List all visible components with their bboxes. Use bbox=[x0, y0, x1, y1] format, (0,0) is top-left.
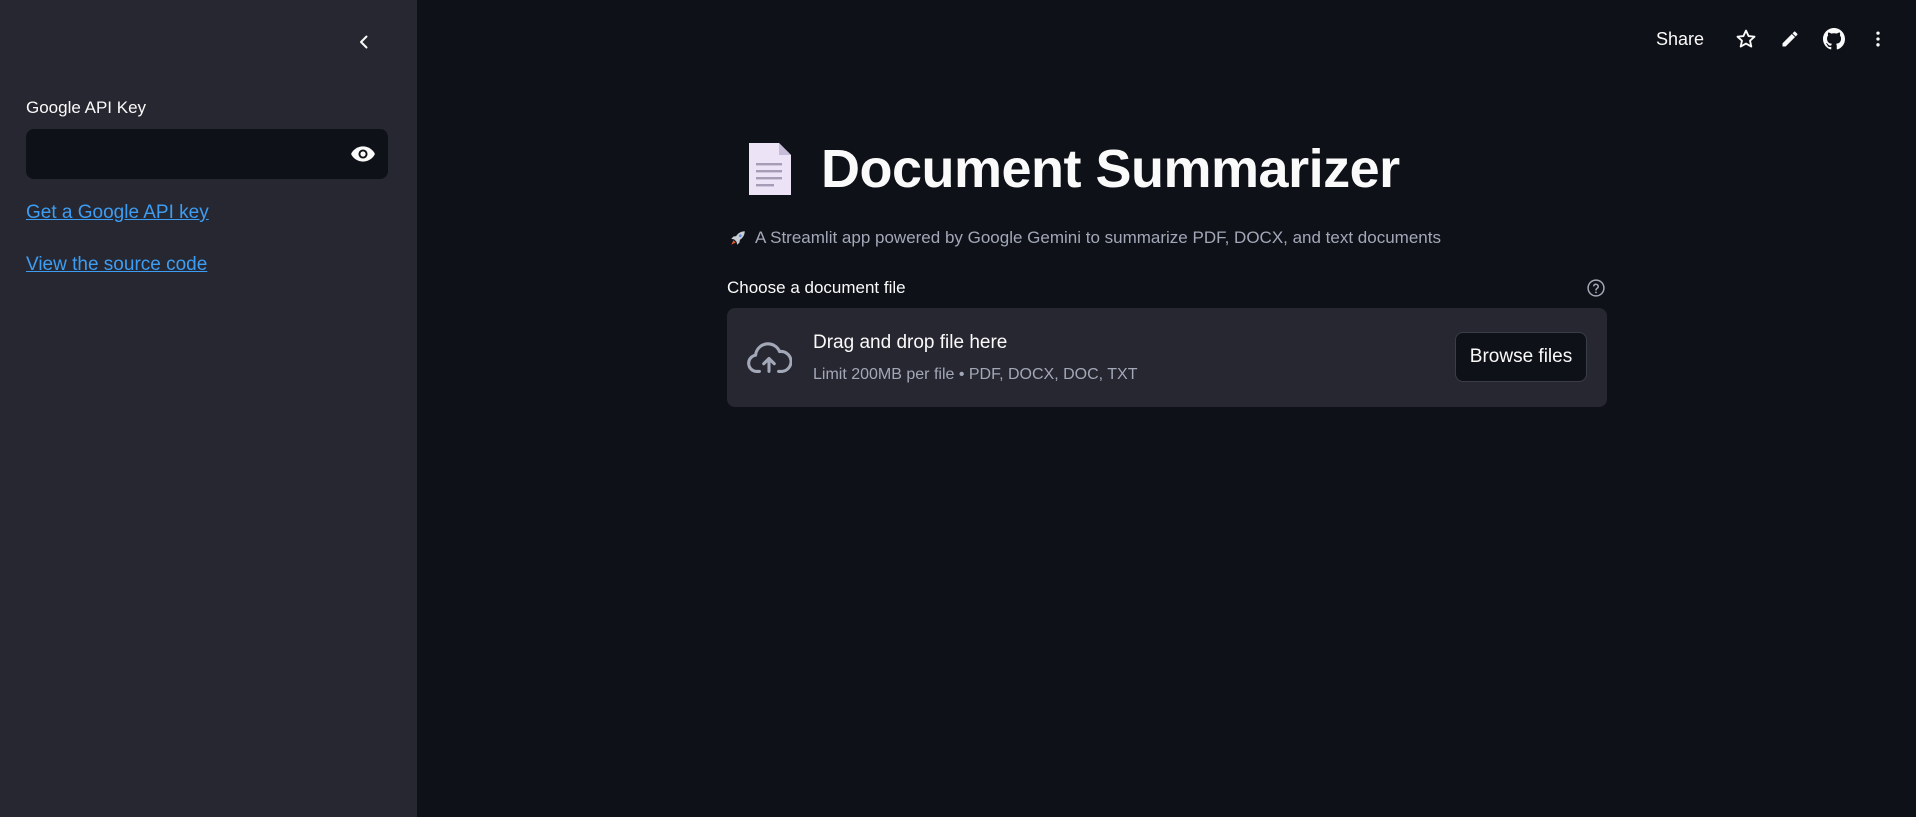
page-subtitle: A Streamlit app powered by Google Gemini… bbox=[729, 228, 1441, 248]
chevron-left-icon bbox=[360, 35, 368, 49]
api-key-field bbox=[26, 129, 388, 179]
api-key-label: Google API Key bbox=[26, 98, 147, 117]
help-icon[interactable] bbox=[1586, 278, 1606, 298]
app-root: Google API Key Get a Google API key View… bbox=[0, 0, 1916, 817]
share-button[interactable]: Share bbox=[1656, 29, 1704, 50]
file-dropzone[interactable]: Drag and drop file here Limit 200MB per … bbox=[727, 308, 1607, 407]
api-key-input[interactable] bbox=[26, 129, 338, 179]
eye-icon bbox=[351, 146, 375, 162]
show-password-button[interactable] bbox=[338, 129, 388, 179]
subtitle-text: A Streamlit app powered by Google Gemini… bbox=[755, 228, 1441, 247]
more-menu-button[interactable] bbox=[1856, 22, 1900, 56]
rocket-icon bbox=[729, 229, 747, 247]
view-source-link[interactable]: View the source code bbox=[26, 254, 207, 276]
edit-icon bbox=[1782, 31, 1798, 47]
more-menu-icon bbox=[1876, 31, 1880, 47]
sidebar: Google API Key Get a Google API key View… bbox=[0, 0, 417, 817]
dropzone-title: Drag and drop file here bbox=[813, 332, 1008, 353]
document-icon bbox=[749, 143, 791, 195]
star-icon bbox=[1736, 29, 1756, 48]
title-row: Document Summarizer bbox=[727, 138, 1400, 200]
header-toolbar: Share bbox=[1656, 22, 1900, 56]
star-button[interactable] bbox=[1724, 22, 1768, 56]
dropzone-limits: Limit 200MB per file • PDF, DOCX, DOC, T… bbox=[813, 366, 1138, 383]
browse-files-button[interactable]: Browse files bbox=[1455, 332, 1587, 382]
uploader-label: Choose a document file bbox=[727, 278, 906, 297]
get-api-key-link[interactable]: Get a Google API key bbox=[26, 202, 209, 224]
edit-button[interactable] bbox=[1768, 22, 1812, 56]
page-title: Document Summarizer bbox=[821, 139, 1400, 199]
github-icon bbox=[1823, 28, 1845, 50]
cloud-upload-icon bbox=[747, 342, 792, 373]
collapse-sidebar-button[interactable] bbox=[352, 30, 376, 54]
github-button[interactable] bbox=[1812, 22, 1856, 56]
